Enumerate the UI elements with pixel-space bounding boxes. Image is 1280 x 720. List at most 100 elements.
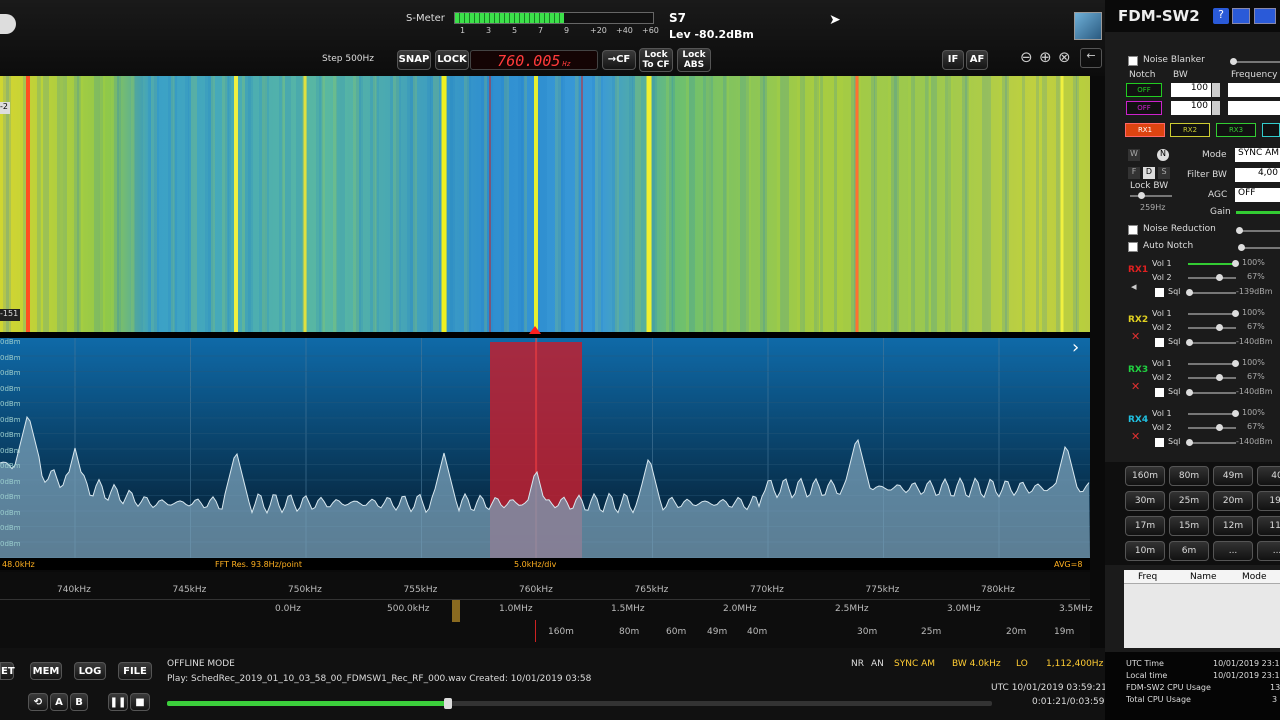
sql-slider[interactable] xyxy=(1186,289,1236,296)
notch1-toggle[interactable]: OFF xyxy=(1126,83,1162,97)
notch2-frequency-input[interactable] xyxy=(1228,101,1280,115)
memory-col-name[interactable]: Name xyxy=(1190,572,1217,582)
file-button[interactable]: FILE xyxy=(118,662,152,680)
band-button-2[interactable]: 49m xyxy=(1213,466,1253,486)
band-button-0[interactable]: 160m xyxy=(1125,466,1165,486)
frequency-display[interactable]: 760.005 Hz xyxy=(470,50,598,70)
sql-checkbox[interactable] xyxy=(1155,338,1164,347)
band-button-10[interactable]: 12m xyxy=(1213,516,1253,536)
playback-progress[interactable] xyxy=(167,701,992,706)
auto-notch-slider[interactable] xyxy=(1238,244,1280,251)
notch2-bw-input[interactable]: 100 xyxy=(1171,101,1211,115)
memory-col-mode[interactable]: Mode xyxy=(1242,572,1267,582)
set-button[interactable]: ET xyxy=(0,662,15,680)
vol1-knob[interactable] xyxy=(1232,260,1239,267)
vol1-slider[interactable] xyxy=(1188,410,1239,417)
sql-checkbox[interactable] xyxy=(1155,438,1164,447)
sql-knob[interactable] xyxy=(1186,339,1193,346)
sql-slider[interactable] xyxy=(1186,339,1236,346)
a-button[interactable]: A xyxy=(50,693,68,711)
band-button-5[interactable]: 25m xyxy=(1169,491,1209,511)
b-button[interactable]: B xyxy=(70,693,88,711)
band-button-15[interactable]: ... xyxy=(1257,541,1280,561)
band-button-8[interactable]: 17m xyxy=(1125,516,1165,536)
vol2-slider[interactable] xyxy=(1188,424,1236,431)
vol1-knob[interactable] xyxy=(1232,410,1239,417)
auto-notch-checkbox[interactable] xyxy=(1128,242,1138,252)
sql-knob[interactable] xyxy=(1186,289,1193,296)
waterfall-display[interactable] xyxy=(0,76,1090,332)
s-button[interactable]: S xyxy=(1158,167,1170,179)
maximize-icon[interactable] xyxy=(1254,8,1276,24)
speaker-icon[interactable]: ◂ xyxy=(1131,280,1137,293)
band-button-7[interactable]: 19r xyxy=(1257,491,1280,511)
band-button-1[interactable]: 80m xyxy=(1169,466,1209,486)
wide-button[interactable]: W xyxy=(1128,149,1140,161)
vol1-knob[interactable] xyxy=(1232,310,1239,317)
vol2-knob[interactable] xyxy=(1216,374,1223,381)
sql-knob[interactable] xyxy=(1186,439,1193,446)
loop-icon[interactable]: ⟲ xyxy=(28,693,48,711)
playback-handle[interactable] xyxy=(443,698,452,709)
lock-abs-button[interactable]: Lock ABS xyxy=(677,48,711,72)
band-button-6[interactable]: 20m xyxy=(1213,491,1253,511)
sql-checkbox[interactable] xyxy=(1155,288,1164,297)
band-button-14[interactable]: ... xyxy=(1213,541,1253,561)
lock-bw-slider[interactable] xyxy=(1130,192,1172,199)
lock-to-cf-button[interactable]: Lock To CF xyxy=(639,48,673,72)
snap-button[interactable]: SNAP xyxy=(397,50,431,70)
arrow-left-icon[interactable]: ← xyxy=(1080,48,1102,68)
log-button[interactable]: LOG xyxy=(74,662,106,680)
speaker-icon[interactable]: ✕ xyxy=(1131,330,1140,343)
notch1-frequency-input[interactable] xyxy=(1228,83,1280,97)
lock-button[interactable]: LOCK xyxy=(435,50,469,70)
agc-select[interactable]: OFF xyxy=(1235,188,1280,202)
rx2-tab[interactable]: RX2 xyxy=(1170,123,1210,137)
notch1-bw-spinner[interactable] xyxy=(1212,83,1220,97)
gain-slider[interactable] xyxy=(1236,211,1280,214)
tuning-marker-icon[interactable] xyxy=(529,326,541,334)
band-position-marker[interactable] xyxy=(452,600,460,622)
sql-slider[interactable] xyxy=(1186,439,1236,446)
chevron-right-icon[interactable]: › xyxy=(1072,337,1079,358)
noise-reduction-checkbox[interactable] xyxy=(1128,225,1138,235)
filter-bw-input[interactable]: 4,00 xyxy=(1235,168,1280,182)
vol2-slider[interactable] xyxy=(1188,324,1236,331)
notch2-toggle[interactable]: OFF xyxy=(1126,101,1162,115)
noise-reduction-slider[interactable] xyxy=(1236,227,1280,234)
sql-slider[interactable] xyxy=(1186,389,1236,396)
vol2-knob[interactable] xyxy=(1216,274,1223,281)
noise-blanker-checkbox[interactable] xyxy=(1128,56,1138,66)
rx4-tab[interactable] xyxy=(1262,123,1280,137)
narrow-button[interactable]: N xyxy=(1157,149,1169,161)
vol2-knob[interactable] xyxy=(1216,424,1223,431)
sql-checkbox[interactable] xyxy=(1155,388,1164,397)
notch1-bw-input[interactable]: 100 xyxy=(1171,83,1211,97)
rx1-tab[interactable]: RX1 xyxy=(1125,123,1165,137)
vol2-slider[interactable] xyxy=(1188,374,1236,381)
mem-button[interactable]: MEM xyxy=(30,662,62,680)
sql-knob[interactable] xyxy=(1186,389,1193,396)
zoom-reset-icon[interactable]: ⊗ xyxy=(1058,48,1071,66)
help-icon[interactable]: ? xyxy=(1213,8,1229,24)
vol1-slider[interactable] xyxy=(1188,260,1239,267)
if-button[interactable]: IF xyxy=(942,50,964,70)
zoom-in-icon[interactable]: ⊕ xyxy=(1039,48,1052,66)
vol2-knob[interactable] xyxy=(1216,324,1223,331)
memory-col-freq[interactable]: Freq xyxy=(1138,572,1157,582)
vol1-slider[interactable] xyxy=(1188,360,1239,367)
spectrum-display[interactable] xyxy=(0,338,1090,558)
zoom-out-icon[interactable]: ⊖ xyxy=(1020,48,1033,66)
f-button[interactable]: F xyxy=(1128,167,1140,179)
band-button-11[interactable]: 11r xyxy=(1257,516,1280,536)
stop-icon[interactable]: ■ xyxy=(130,693,150,711)
af-button[interactable]: AF xyxy=(966,50,988,70)
vol1-knob[interactable] xyxy=(1232,360,1239,367)
band-button-9[interactable]: 15m xyxy=(1169,516,1209,536)
minimize-icon[interactable] xyxy=(1232,8,1250,24)
noise-blanker-slider[interactable] xyxy=(1230,58,1280,65)
d-button[interactable]: D xyxy=(1143,167,1155,179)
vol2-slider[interactable] xyxy=(1188,274,1236,281)
band-button-3[interactable]: 40 xyxy=(1257,466,1280,486)
settings-icon[interactable] xyxy=(1074,12,1102,40)
